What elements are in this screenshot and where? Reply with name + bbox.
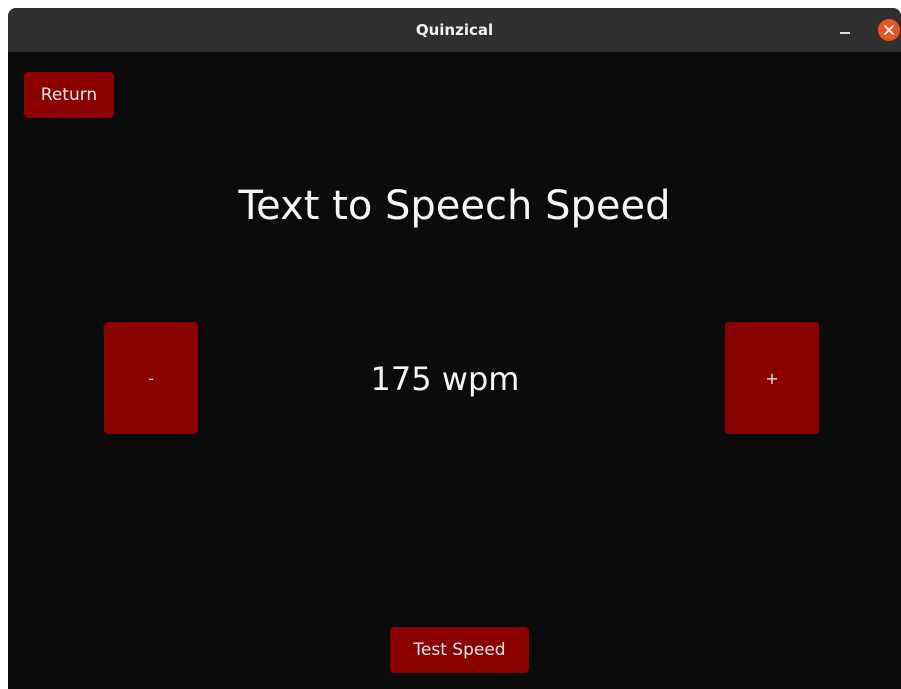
increase-speed-button[interactable]: + [725,322,819,434]
page-title: Text to Speech Speed [238,183,671,229]
return-button[interactable]: Return [24,72,114,118]
main-content: Return Text to Speech Speed - 175 wpm + … [8,52,901,689]
close-button[interactable] [878,19,900,41]
window-title: Quinzical [415,21,494,39]
minimize-button[interactable] [834,19,856,41]
test-speed-button[interactable]: Test Speed [390,627,529,673]
close-icon [884,25,894,35]
title-bar[interactable]: Quinzical [8,8,901,52]
app-window: Quinzical Return Text to Speech Speed - … [8,8,901,689]
minimize-icon [840,32,850,34]
